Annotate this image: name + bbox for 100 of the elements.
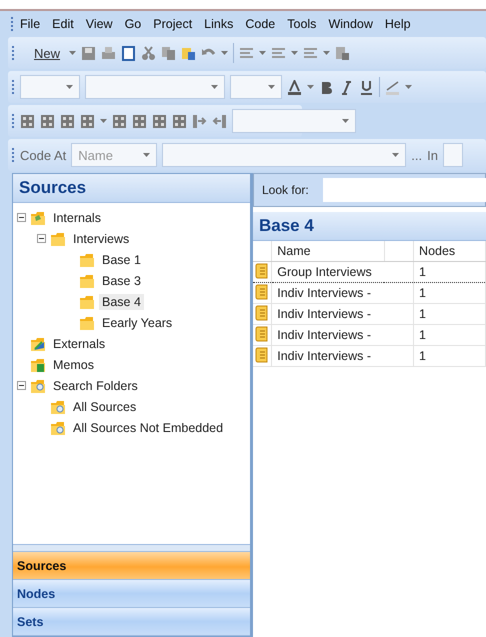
tree-item[interactable]: Internals [50, 210, 104, 226]
copy-icon[interactable] [161, 46, 176, 60]
grip-icon [12, 147, 15, 163]
table-icon[interactable] [152, 114, 167, 128]
caret-icon [405, 85, 412, 89]
menu-item[interactable]: File [14, 15, 46, 33]
bold-icon[interactable] [319, 80, 334, 94]
caret-icon [100, 119, 107, 123]
table-icon[interactable] [112, 114, 127, 128]
in-label: In [427, 148, 438, 162]
menu-item[interactable]: Help [378, 15, 417, 33]
nav-button[interactable]: Sets [13, 608, 250, 636]
scissors-icon[interactable] [141, 46, 156, 60]
new-button[interactable]: New [20, 46, 64, 60]
caret-icon [342, 119, 349, 123]
caret-icon [143, 153, 150, 157]
table-icon[interactable] [60, 114, 75, 128]
caret-icon [291, 51, 298, 55]
table-cell: 1 [414, 324, 486, 346]
menu-item[interactable]: Tools [281, 15, 322, 33]
table-cell: Indiv Interviews - [272, 324, 414, 346]
tree-item[interactable]: Base 1 [99, 252, 144, 268]
tree-item[interactable]: Base 4 [99, 294, 144, 310]
menu-item[interactable]: Project [147, 15, 198, 33]
table-icon[interactable] [20, 114, 35, 128]
collapse-icon[interactable] [17, 213, 26, 222]
font-color-icon[interactable] [287, 80, 302, 94]
grip-icon [12, 113, 15, 129]
table-cell: 1 [414, 346, 486, 366]
tree-item[interactable]: All Sources Not Embedded [70, 420, 226, 436]
pane-title: Sources [13, 174, 250, 203]
menu-item[interactable]: Links [198, 15, 240, 33]
document-icon [255, 284, 269, 300]
folder-icon [79, 314, 95, 330]
caret-icon [69, 51, 76, 55]
tree-item[interactable]: Externals [50, 336, 108, 352]
paste-icon[interactable] [181, 46, 196, 60]
list-title: Base 4 [253, 212, 486, 241]
border-icon[interactable] [303, 46, 318, 60]
grip-icon [12, 79, 15, 95]
document-icon [255, 262, 269, 278]
caret-icon [66, 85, 73, 89]
look-for-label: Look for: [262, 183, 309, 197]
italic-icon[interactable] [339, 80, 354, 94]
tree-item[interactable]: Eearly Years [99, 314, 176, 330]
style-icon[interactable] [335, 46, 350, 60]
line-color-icon[interactable] [385, 80, 400, 94]
table-cell: Group Interviews [272, 262, 414, 282]
column-insert-icon[interactable] [212, 114, 227, 128]
table-cell: 1 [414, 282, 486, 304]
menu-item[interactable]: Edit [46, 15, 80, 33]
table-icon[interactable] [172, 114, 187, 128]
table-cell: Indiv Interviews - [272, 304, 414, 324]
caret-icon [211, 85, 218, 89]
column-header[interactable]: Name [272, 241, 384, 262]
print-icon[interactable] [101, 46, 116, 60]
nav-button[interactable]: Sources [13, 552, 250, 580]
browse-button[interactable]: ... [411, 148, 422, 162]
table-icon[interactable] [40, 114, 55, 128]
collapse-icon[interactable] [17, 381, 26, 390]
menu-item[interactable]: Go [118, 15, 148, 33]
table-icon[interactable] [132, 114, 147, 128]
underline-icon[interactable] [359, 80, 374, 94]
folder-icon [50, 230, 66, 246]
splitter-handle[interactable] [13, 544, 250, 552]
folder-icon [30, 356, 46, 372]
menu-item[interactable]: Code [239, 15, 282, 33]
menu-item[interactable]: Window [322, 15, 379, 33]
search-field[interactable] [322, 178, 486, 202]
tree-item[interactable]: Interviews [70, 230, 132, 246]
in-field[interactable] [442, 143, 463, 167]
column-insert-icon[interactable] [192, 114, 207, 128]
folder-icon [79, 272, 95, 288]
align-center-icon[interactable] [271, 46, 286, 60]
table-cell: 1 [414, 262, 486, 282]
tree-item[interactable]: Memos [50, 356, 97, 372]
code-at-label: Code At [20, 148, 66, 162]
tree-item[interactable]: Base 3 [99, 272, 144, 288]
document-icon [255, 304, 269, 320]
menu-item[interactable]: View [80, 15, 119, 33]
grid-icon[interactable] [80, 114, 95, 128]
collapse-icon[interactable] [37, 234, 46, 243]
tree-item[interactable]: All Sources [70, 398, 140, 414]
caret-icon [323, 51, 330, 55]
caret-icon [392, 153, 400, 157]
table-cell: 1 [414, 304, 486, 324]
search-folder-icon [50, 420, 66, 436]
table-cell: Indiv Interviews - [272, 346, 414, 366]
save-icon[interactable] [81, 46, 96, 60]
folder-icon [79, 252, 95, 268]
nav-button[interactable]: Nodes [13, 580, 250, 608]
column-header[interactable]: Nodes [414, 241, 486, 262]
document-icon [255, 346, 269, 362]
align-left-icon[interactable] [239, 46, 254, 60]
caret-icon [307, 85, 314, 89]
caret-icon [268, 85, 275, 89]
tree-item[interactable]: Search Folders [50, 378, 141, 394]
grip-icon [11, 16, 14, 32]
print-preview-icon[interactable] [121, 46, 136, 60]
code-field[interactable] [162, 143, 406, 167]
